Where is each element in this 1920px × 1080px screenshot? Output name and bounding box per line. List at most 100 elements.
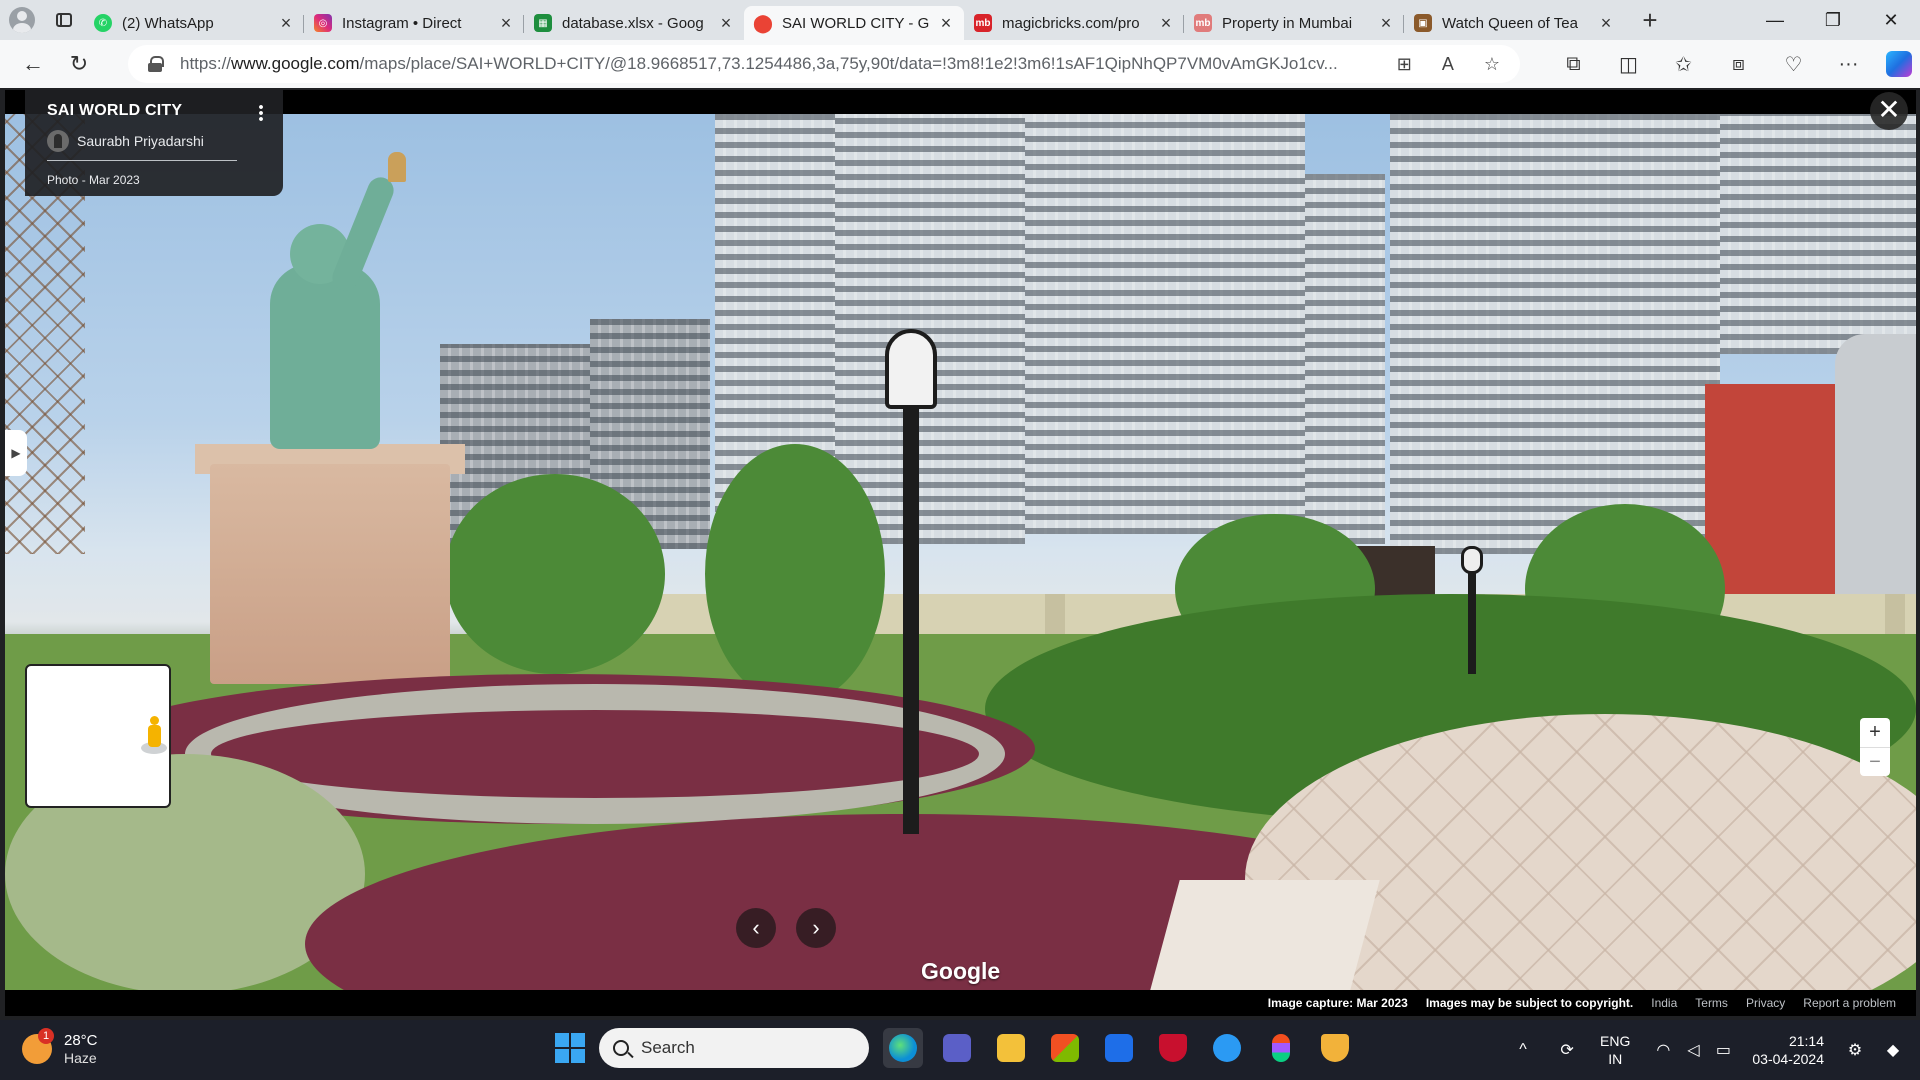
previous-photo-button[interactable]: ‹ [736, 908, 776, 948]
volume-icon[interactable]: ◁ [1678, 1040, 1708, 1060]
privacy-link[interactable]: Privacy [1746, 996, 1785, 1010]
mcafee-app[interactable] [1153, 1028, 1193, 1068]
taskbar-apps: Search [555, 1028, 1355, 1068]
tab-whatsapp[interactable]: ✆ (2) WhatsApp × [84, 6, 304, 40]
trophy-icon [1321, 1034, 1349, 1062]
zoom-in-button[interactable]: + [1860, 718, 1890, 747]
system-tray: ^ ⟳ ENG IN ◠ ◁ ▭ 21:14 03-04-2024 ⚙ ◆ [1508, 1020, 1920, 1080]
search-label: Search [641, 1038, 695, 1057]
tab-instagram[interactable]: ◎ Instagram • Direct × [304, 6, 524, 40]
myhp-app[interactable] [1099, 1028, 1139, 1068]
profile-button[interactable] [0, 0, 44, 40]
tab-list: ✆ (2) WhatsApp × ◎ Instagram • Direct × … [84, 0, 1624, 40]
tab-actions-button[interactable] [44, 0, 84, 40]
wifi-icon[interactable]: ◠ [1648, 1040, 1678, 1060]
tab-close-icon[interactable]: × [1598, 14, 1614, 32]
read-aloud-icon[interactable]: A [1442, 54, 1454, 75]
file-explorer-app[interactable] [991, 1028, 1031, 1068]
clock-time: 21:14 [1788, 1033, 1824, 1049]
settings-gear-icon[interactable]: ⚙ [1840, 1040, 1870, 1060]
minimap[interactable] [25, 664, 171, 808]
clock[interactable]: 21:14 03-04-2024 [1752, 1032, 1824, 1068]
tab-queen-of-tears[interactable]: ▣ Watch Queen of Tea × [1404, 6, 1624, 40]
stone-slab [1150, 880, 1380, 990]
tab-close-icon[interactable]: × [278, 14, 294, 32]
app-badge[interactable] [1315, 1028, 1355, 1068]
tv-icon: ▣ [1414, 14, 1432, 32]
favorite-star-icon[interactable]: ☆ [1484, 54, 1500, 75]
profile-avatar-icon [9, 7, 35, 33]
street-view-photo[interactable] [5, 114, 1916, 990]
tab-actions-icon [56, 13, 72, 27]
tab-database-sheet[interactable]: ▦ database.xlsx - Goog × [524, 6, 744, 40]
lamp-post [1468, 564, 1476, 674]
folder-icon [997, 1034, 1025, 1062]
settings-menu-icon[interactable]: ··· [1821, 53, 1876, 76]
battery-icon[interactable]: ▭ [1708, 1040, 1738, 1060]
teams-app[interactable] [937, 1028, 977, 1068]
split-screen-icon[interactable]: ◫ [1601, 52, 1656, 77]
weather-widget[interactable]: 1 28°C Haze [22, 1028, 98, 1066]
tab-magicbricks[interactable]: mb magicbricks.com/pro × [964, 6, 1184, 40]
minimize-button[interactable]: — [1746, 0, 1804, 40]
viewer-footer: Image capture: Mar 2023 Images may be su… [5, 990, 1916, 1016]
clock-date: 03-04-2024 [1752, 1051, 1824, 1067]
copilot-taskbar-icon[interactable]: ◆ [1878, 1040, 1908, 1060]
close-window-button[interactable]: ✕ [1862, 0, 1920, 40]
favorites-icon[interactable]: ✩ [1656, 52, 1711, 77]
image-capture-date: Image capture: Mar 2023 [1267, 996, 1408, 1010]
browser-essentials-icon[interactable]: ♡ [1766, 52, 1821, 77]
address-bar[interactable]: https://www.google.com/maps/place/SAI+WO… [128, 45, 1520, 83]
store-app[interactable] [1045, 1028, 1085, 1068]
expand-panel-button[interactable]: ▶ [5, 430, 27, 476]
edge-app[interactable] [883, 1028, 923, 1068]
help-app[interactable] [1207, 1028, 1247, 1068]
tab-sai-world-city[interactable]: ⬤ SAI WORLD CITY - G × [744, 6, 964, 40]
tab-property-mumbai[interactable]: mb Property in Mumbai × [1184, 6, 1404, 40]
start-button[interactable] [555, 1033, 585, 1063]
photo-author[interactable]: Saurabh Priyadarshi [47, 130, 237, 161]
place-title: SAI WORLD CITY [47, 102, 183, 119]
photo-viewer: SAI WORLD CITY Saurabh Priyadarshi Photo… [5, 90, 1916, 1016]
tab-close-icon[interactable]: × [498, 14, 514, 32]
whatsapp-icon: ✆ [94, 14, 112, 32]
extensions-icon[interactable]: ⧉ [1546, 53, 1601, 76]
maximize-button[interactable]: ❐ [1804, 0, 1862, 40]
chevron-up-icon[interactable]: ^ [1508, 1041, 1538, 1059]
building [1390, 114, 1720, 554]
refresh-button[interactable]: ↻ [56, 44, 102, 84]
report-problem-link[interactable]: Report a problem [1803, 996, 1896, 1010]
tab-close-icon[interactable]: × [1158, 14, 1174, 32]
tab-close-icon[interactable]: × [938, 14, 954, 32]
taskbar-search[interactable]: Search [599, 1028, 869, 1068]
weather-sun-icon: 1 [22, 1028, 54, 1064]
magicbricks-icon: mb [974, 14, 992, 32]
collections-icon[interactable]: ⧈ [1711, 53, 1766, 76]
copilot-icon[interactable] [1886, 51, 1912, 77]
magicbricks-icon: mb [1194, 14, 1212, 32]
lamp-head [885, 329, 937, 409]
terms-link[interactable]: Terms [1695, 996, 1728, 1010]
figma-icon [1272, 1034, 1290, 1062]
lock-icon[interactable] [148, 56, 164, 72]
edge-icon [889, 1034, 917, 1062]
new-tab-button[interactable]: + [1630, 0, 1670, 40]
figma-app[interactable] [1261, 1028, 1301, 1068]
tab-close-icon[interactable]: × [718, 14, 734, 32]
tab-close-icon[interactable]: × [1378, 14, 1394, 32]
sync-icon[interactable]: ⟳ [1552, 1040, 1582, 1060]
close-viewer-button[interactable]: ✕ [1870, 92, 1908, 130]
tab-title: Property in Mumbai [1222, 14, 1353, 32]
language-indicator[interactable]: ENG IN [1600, 1032, 1630, 1068]
weather-temperature: 28°C [64, 1032, 98, 1049]
avatar [47, 130, 69, 152]
tab-title: Instagram • Direct [342, 14, 462, 32]
region-link[interactable]: India [1651, 996, 1677, 1010]
next-photo-button[interactable]: › [796, 908, 836, 948]
more-options-icon[interactable] [259, 104, 263, 122]
place-info-card: SAI WORLD CITY Saurabh Priyadarshi Photo… [25, 90, 283, 196]
zoom-out-button[interactable]: − [1860, 747, 1890, 776]
app-available-icon[interactable]: ⊞ [1397, 54, 1412, 75]
back-button[interactable]: ← [10, 44, 56, 84]
pegman-icon[interactable] [141, 716, 167, 756]
